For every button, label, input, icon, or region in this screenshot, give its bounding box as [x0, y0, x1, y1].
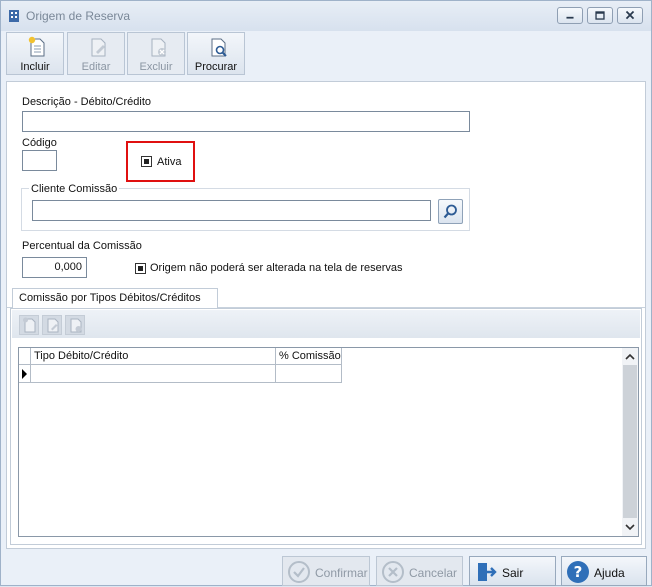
title-bar: Origem de Reserva	[1, 1, 651, 31]
minimize-icon	[566, 16, 574, 19]
cliente-comissao-label: Cliente Comissão	[29, 183, 120, 195]
search-icon	[443, 204, 457, 219]
incluir-label: Incluir	[20, 61, 50, 73]
tab-comissao-tipos-label: Comissão por Tipos Débitos/Créditos	[19, 292, 201, 304]
codigo-label: Código	[22, 137, 57, 149]
cliente-comissao-input[interactable]	[32, 200, 431, 221]
close-icon	[625, 10, 635, 20]
window-title: Origem de Reserva	[26, 9, 131, 23]
descricao-input[interactable]	[22, 111, 470, 132]
percentual-input[interactable]: 0,000	[22, 257, 87, 278]
exit-door-icon	[478, 563, 497, 581]
origem-reserva-window: Origem de Reserva Incluir Editar Excluir…	[0, 0, 652, 586]
check-circle-icon	[288, 561, 310, 583]
scrollbar-track[interactable]	[623, 365, 637, 518]
delete-document-icon	[151, 38, 166, 57]
procurar-label: Procurar	[194, 61, 238, 73]
edit-document-icon	[47, 318, 59, 333]
form-panel: Descrição - Débito/Crédito Código Ativa …	[6, 81, 646, 549]
col-tipo-debito-credito[interactable]: Tipo Débito/Crédito	[31, 348, 276, 365]
excluir-label: Excluir	[139, 61, 173, 73]
delete-document-icon	[70, 318, 82, 333]
grid-toolbar	[12, 310, 640, 338]
sair-button[interactable]: Sair	[469, 556, 556, 586]
editar-button[interactable]: Editar	[67, 32, 125, 75]
cancel-circle-icon	[382, 561, 404, 583]
search-document-icon	[211, 38, 227, 57]
new-document-icon	[28, 36, 45, 57]
procurar-button[interactable]: Procurar	[187, 32, 245, 75]
origem-checkbox[interactable]	[135, 263, 146, 274]
close-button[interactable]	[617, 7, 643, 24]
cancelar-button[interactable]: Cancelar	[376, 556, 463, 586]
codigo-input[interactable]	[22, 150, 57, 171]
editar-label: Editar	[81, 61, 111, 73]
cancelar-label: Cancelar	[409, 566, 458, 580]
grid-add-button[interactable]	[19, 315, 39, 335]
confirmar-label: Confirmar	[315, 566, 368, 580]
excluir-button[interactable]: Excluir	[127, 32, 185, 75]
building-icon	[9, 10, 19, 22]
maximize-button[interactable]	[587, 7, 613, 24]
row-indicator-header	[19, 348, 31, 365]
main-toolbar: Incluir Editar Excluir Procurar	[6, 32, 646, 76]
minimize-button[interactable]	[557, 7, 583, 24]
row-pointer-icon	[22, 369, 27, 379]
ajuda-button[interactable]: ? Ajuda	[561, 556, 647, 586]
cell-tipo[interactable]	[31, 365, 276, 383]
grid-header: Tipo Débito/Crédito % Comissão	[19, 348, 624, 365]
descricao-label: Descrição - Débito/Crédito	[22, 96, 151, 108]
new-document-icon	[23, 317, 36, 333]
ajuda-label: Ajuda	[594, 566, 625, 580]
cell-comissao[interactable]	[276, 365, 342, 383]
edit-document-icon	[91, 38, 106, 57]
comissao-grid[interactable]: Tipo Débito/Crédito % Comissão	[18, 347, 639, 537]
ativa-label: Ativa	[157, 156, 182, 168]
maximize-icon	[595, 11, 605, 20]
grid-edit-button[interactable]	[42, 315, 62, 335]
action-bar: Confirmar Cancelar Sair ? Ajuda	[1, 553, 651, 587]
incluir-button[interactable]: Incluir	[6, 32, 64, 75]
confirmar-button[interactable]: Confirmar	[282, 556, 370, 586]
ativa-checkbox[interactable]	[141, 156, 152, 167]
tab-comissao-tipos[interactable]: Comissão por Tipos Débitos/Créditos	[12, 288, 218, 308]
percentual-label: Percentual da Comissão	[22, 240, 142, 252]
origem-label: Origem não poderá ser alterada na tela d…	[150, 262, 403, 274]
sair-label: Sair	[502, 566, 524, 580]
scroll-up-icon[interactable]	[622, 349, 638, 365]
scroll-down-icon[interactable]	[622, 519, 638, 535]
cliente-search-button[interactable]	[438, 199, 463, 224]
tab-content: Tipo Débito/Crédito % Comissão	[10, 308, 642, 545]
grid-vertical-scrollbar[interactable]	[622, 348, 638, 536]
grid-delete-button[interactable]	[65, 315, 85, 335]
svg-text:?: ?	[574, 563, 583, 581]
col-percent-comissao[interactable]: % Comissão	[276, 348, 342, 365]
help-icon: ?	[567, 561, 589, 583]
